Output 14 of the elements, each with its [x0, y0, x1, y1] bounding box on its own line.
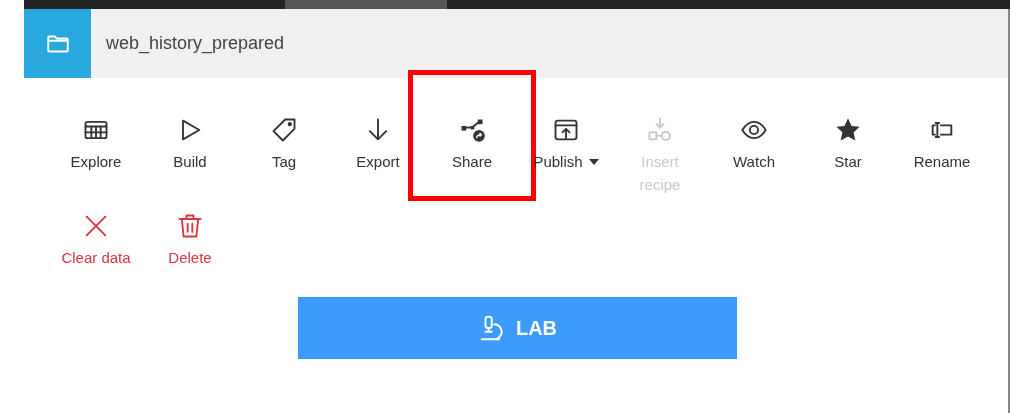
action-button[interactable]: Clear data: [51, 212, 141, 269]
action-button[interactable]: Export: [333, 116, 423, 173]
tag-icon: [270, 116, 298, 144]
action-button[interactable]: Delete: [145, 212, 235, 269]
dataset-name: web_history_prepared: [106, 32, 285, 56]
action-button[interactable]: Star: [803, 116, 893, 173]
trash-icon: [176, 212, 204, 240]
action-button[interactable]: Tag: [239, 116, 329, 173]
action-button[interactable]: Explore: [51, 116, 141, 173]
action-button[interactable]: Share: [427, 116, 517, 173]
insert-node-icon: [646, 116, 674, 144]
action-button[interactable]: Rename: [897, 116, 987, 173]
action-button[interactable]: Watch: [709, 116, 799, 173]
action-button[interactable]: Build: [145, 116, 235, 173]
